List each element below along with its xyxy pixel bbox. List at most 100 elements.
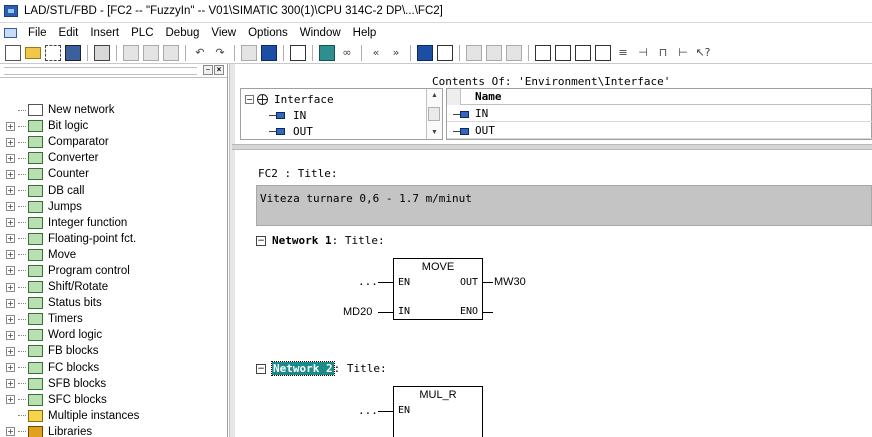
- network-2-collapse-icon[interactable]: −: [256, 363, 266, 374]
- mul-r-block[interactable]: MUL_R EN: [393, 386, 483, 437]
- block-title[interactable]: FC2 : Title:: [258, 167, 337, 180]
- expand-icon[interactable]: +: [6, 427, 15, 437]
- menu-options[interactable]: Options: [242, 27, 294, 39]
- menu-plc[interactable]: PLC: [125, 27, 159, 39]
- expand-icon[interactable]: +: [6, 186, 15, 196]
- interface-tree-scrollbar[interactable]: ▲ ▼: [426, 89, 442, 139]
- vertical-splitter[interactable]: [229, 64, 235, 437]
- catalog-item[interactable]: + SFB blocks: [6, 376, 139, 392]
- cut-icon[interactable]: [123, 44, 139, 61]
- interface-root[interactable]: − Interface: [245, 91, 334, 107]
- branch-icon[interactable]: ⊓: [655, 45, 671, 61]
- menu-insert[interactable]: Insert: [84, 27, 125, 39]
- paste-icon[interactable]: [163, 44, 179, 61]
- interface-icon[interactable]: [319, 44, 335, 61]
- catalog-item[interactable]: + Jumps: [6, 199, 139, 215]
- mul-r-en-operand[interactable]: ...: [358, 404, 378, 417]
- previous-network-icon[interactable]: «: [368, 45, 384, 61]
- document-menu-icon[interactable]: [4, 27, 17, 38]
- interface-table-row[interactable]: OUT: [447, 123, 872, 139]
- menu-help[interactable]: Help: [347, 27, 383, 39]
- expand-icon[interactable]: +: [6, 202, 15, 212]
- menu-file[interactable]: File: [22, 27, 53, 39]
- catalog-item[interactable]: + FB blocks: [6, 343, 139, 359]
- next-network-icon[interactable]: »: [388, 45, 404, 61]
- catalog-item[interactable]: + DB call: [6, 182, 139, 198]
- close-branch-icon[interactable]: ⊢: [675, 45, 691, 61]
- menu-edit[interactable]: Edit: [53, 27, 85, 39]
- expand-icon[interactable]: +: [6, 395, 15, 405]
- branch-close-icon[interactable]: [506, 44, 522, 61]
- menu-debug[interactable]: Debug: [160, 27, 206, 39]
- download-icon[interactable]: [241, 44, 257, 61]
- open-icon[interactable]: [25, 46, 41, 59]
- catalog-item[interactable]: + Bit logic: [6, 118, 139, 134]
- assignment-icon[interactable]: [575, 44, 591, 61]
- collapse-icon[interactable]: −: [245, 94, 254, 104]
- catalog-item[interactable]: + FC blocks: [6, 360, 139, 376]
- print-icon[interactable]: [94, 44, 110, 61]
- expand-icon[interactable]: +: [6, 169, 15, 179]
- glasses-icon[interactable]: ∞: [339, 45, 355, 61]
- expand-icon[interactable]: +: [6, 282, 15, 292]
- move-out-operand[interactable]: MW30: [494, 276, 526, 288]
- binary-input-icon[interactable]: ≡: [615, 45, 631, 61]
- expand-icon[interactable]: +: [6, 330, 15, 340]
- catalog-item[interactable]: + Move: [6, 247, 139, 263]
- and-box-icon[interactable]: [535, 44, 551, 61]
- interface-tree-in[interactable]: IN: [269, 107, 306, 123]
- catalog-item[interactable]: + Status bits: [6, 295, 139, 311]
- scroll-down-icon[interactable]: ▼: [431, 129, 438, 136]
- catalog-item[interactable]: + Timers: [6, 311, 139, 327]
- expand-icon[interactable]: +: [6, 363, 15, 373]
- undo-icon[interactable]: ↶: [192, 45, 208, 61]
- catalog-item[interactable]: Multiple instances: [6, 408, 139, 424]
- redo-icon[interactable]: ↷: [212, 45, 228, 61]
- expand-icon[interactable]: +: [6, 234, 15, 244]
- negate-input-icon[interactable]: ⊣: [635, 45, 651, 61]
- accessible-nodes-icon[interactable]: [45, 44, 61, 61]
- expand-icon[interactable]: +: [6, 314, 15, 324]
- network-1-header[interactable]: − Network 1 : Title:: [256, 234, 385, 247]
- catalog-item[interactable]: + Comparator: [6, 134, 139, 150]
- expand-icon[interactable]: +: [6, 379, 15, 389]
- catalog-item[interactable]: + Word logic: [6, 327, 139, 343]
- network-insert-icon[interactable]: [466, 44, 482, 61]
- branch-open-icon[interactable]: [486, 44, 502, 61]
- catalog-item[interactable]: + Counter: [6, 166, 139, 182]
- network-2-header[interactable]: − Network 2 : Title:: [256, 361, 387, 376]
- expand-icon[interactable]: +: [6, 298, 15, 308]
- catalog-item[interactable]: + Floating-point fct.: [6, 231, 139, 247]
- menu-window[interactable]: Window: [294, 27, 347, 39]
- catalog-item[interactable]: + Shift/Rotate: [6, 279, 139, 295]
- overview-icon[interactable]: [290, 44, 306, 61]
- scroll-up-icon[interactable]: ▲: [431, 92, 438, 99]
- expand-icon[interactable]: +: [6, 266, 15, 276]
- scroll-thumb[interactable]: [428, 107, 440, 121]
- panel-drag-handle[interactable]: [4, 67, 197, 75]
- new-icon[interactable]: [5, 44, 21, 61]
- window-layout-icon[interactable]: [417, 44, 433, 61]
- name-column-header[interactable]: Name: [475, 90, 502, 103]
- catalog-item[interactable]: + Integer function: [6, 215, 139, 231]
- catalog-item[interactable]: + Program control: [6, 263, 139, 279]
- save-icon[interactable]: [65, 44, 81, 61]
- interface-table-row[interactable]: IN: [447, 106, 872, 122]
- move-en-operand[interactable]: ...: [358, 275, 378, 288]
- display-icon[interactable]: [437, 44, 453, 61]
- expand-icon[interactable]: +: [6, 137, 15, 147]
- catalog-item[interactable]: + Converter: [6, 150, 139, 166]
- expand-icon[interactable]: +: [6, 250, 15, 260]
- block-comment[interactable]: Viteza turnare 0,6 - 1.7 m/minut: [256, 185, 872, 226]
- monitor-icon[interactable]: [261, 44, 277, 61]
- network-1-collapse-icon[interactable]: −: [256, 235, 266, 246]
- expand-icon[interactable]: +: [6, 153, 15, 163]
- panel-minimize-icon[interactable]: −: [203, 65, 213, 75]
- expand-icon[interactable]: +: [6, 346, 15, 356]
- move-block[interactable]: MOVE EN OUT IN ENO: [393, 258, 483, 320]
- or-box-icon[interactable]: [555, 44, 571, 61]
- interface-tree-out[interactable]: OUT: [269, 123, 313, 139]
- menu-view[interactable]: View: [205, 27, 242, 39]
- catalog-item[interactable]: New network: [6, 102, 139, 118]
- move-in-operand[interactable]: MD20: [343, 306, 372, 318]
